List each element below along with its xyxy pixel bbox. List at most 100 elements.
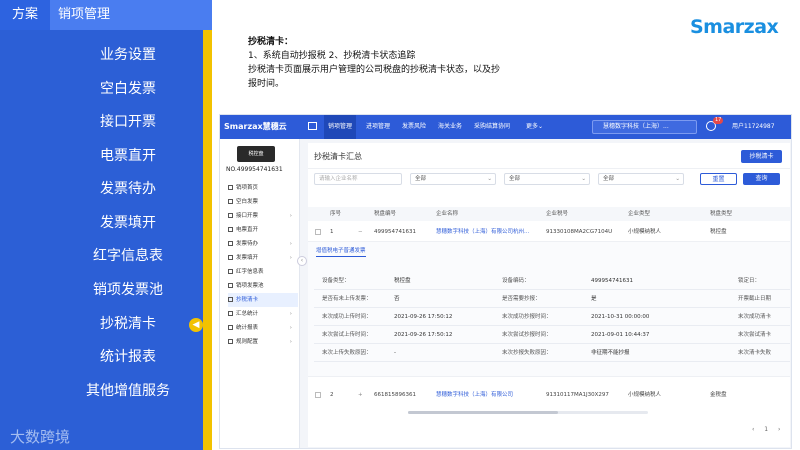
- cell-disk-type: 金税盘: [710, 392, 727, 398]
- detail-label: 开票截止日期: [738, 296, 772, 302]
- menu-item-tax-clear[interactable]: 抄税清卡: [64, 313, 192, 335]
- sidebar-item-label: 抄税清卡: [236, 297, 259, 303]
- detail-label: 锁定日：: [738, 278, 761, 284]
- menu-item-other-services[interactable]: 其他增值服务: [64, 380, 192, 402]
- detail-label: 是否有未上传发票：: [322, 296, 372, 302]
- col-type: 企业类型: [628, 211, 651, 217]
- desc-line-3: 报时间。: [248, 79, 285, 89]
- menu-item-invoice-fill[interactable]: 发票填开: [64, 212, 192, 234]
- sidebar-item-label: 空白发票: [236, 199, 259, 205]
- filter-select-2[interactable]: 全部 ⌄: [504, 173, 590, 185]
- desc-line-2: 抄税清卡页面展示用户管理的公司税盘的抄税清卡状态，以及抄: [248, 65, 501, 75]
- expand-row-icon[interactable]: +: [358, 388, 363, 402]
- sidebar-item-label: 汇总统计: [236, 311, 259, 317]
- cell-company[interactable]: 慧穗数字科技（上海）有限公司杭州...: [436, 225, 529, 239]
- sidebar-item[interactable]: 销项发票池: [228, 279, 298, 293]
- sidebar-item[interactable]: 销项首页: [228, 181, 298, 195]
- detail-value: 2021-09-01 10:44:37: [591, 332, 650, 338]
- table-header: 序号 税盘编号 企业名称 企业税号 企业类型 税盘类型: [308, 207, 790, 221]
- top-navbar: Smarzax慧穗云 销项管理 进项管理 发票风险 海关业务 采购结算协同 更多…: [220, 115, 791, 139]
- horizontal-scrollbar[interactable]: [408, 411, 648, 414]
- accent-bar: [203, 30, 212, 450]
- detail-value: -: [394, 350, 396, 356]
- divider: [314, 307, 790, 308]
- cell-disk-type: 税控盘: [710, 229, 727, 235]
- chevron-down-icon: ⌄: [581, 176, 586, 182]
- sidebar-item[interactable]: 汇总统计 ›: [228, 307, 298, 321]
- detail-label: 是否需要抄报：: [502, 296, 541, 302]
- divider: [314, 325, 790, 326]
- row-checkbox[interactable]: [315, 392, 321, 398]
- desc-line-1: 1、系统自动抄报税 2、抄税清卡状态追踪: [248, 51, 416, 61]
- menu-item-business-settings[interactable]: 业务设置: [64, 44, 192, 66]
- notification-badge: 17: [713, 117, 724, 124]
- reset-button[interactable]: 重置: [700, 173, 737, 185]
- company-select[interactable]: 慧穗数字科技（上海）...: [592, 120, 697, 134]
- cell-company[interactable]: 慧穗数字科技（上海）有限公司: [436, 388, 513, 402]
- menu-item-blank-invoice[interactable]: 空白发票: [64, 78, 192, 100]
- collapse-row-icon[interactable]: −: [358, 225, 363, 239]
- query-button[interactable]: 查询: [743, 173, 780, 185]
- chevron-right-icon: ›: [289, 339, 292, 345]
- sidebar-item[interactable]: 规则配置 ›: [228, 335, 298, 349]
- col-tax-id: 企业税号: [546, 211, 569, 217]
- detail-tab[interactable]: 增值税电子普通发票: [316, 246, 366, 257]
- tax-clear-button[interactable]: 抄税清卡: [741, 150, 782, 163]
- row-checkbox[interactable]: [315, 229, 321, 235]
- cell-type: 小规模纳税人: [628, 392, 662, 398]
- menu-item-red-letter[interactable]: 红字信息表: [64, 245, 192, 267]
- sidebar-item[interactable]: 发票填开 ›: [228, 251, 298, 265]
- sidebar-item[interactable]: 电票直开: [228, 223, 298, 237]
- app-sidebar: 税控盘 NO.499954741631 销项首页 空白发票 接口开票 › 电票直开 发票待…: [220, 139, 300, 448]
- detail-value: 非征期不能抄报: [591, 350, 630, 356]
- sidebar-item-label: 规则配置: [236, 339, 259, 345]
- nav-more[interactable]: 更多: [526, 115, 538, 139]
- menu-item-e-invoice[interactable]: 电票直开: [64, 145, 192, 167]
- menu-item-statistics[interactable]: 统计报表: [64, 346, 192, 368]
- sidebar-item-label: 发票填开: [236, 255, 259, 261]
- collapse-icon[interactable]: ‹: [297, 256, 307, 266]
- chevron-down-icon: ⌄: [538, 123, 544, 130]
- chevron-right-icon: ›: [289, 325, 292, 331]
- chevron-right-icon: ›: [289, 241, 292, 247]
- sidebar-item[interactable]: 红字信息表: [228, 265, 298, 279]
- detail-value: 499954741631: [591, 278, 633, 284]
- divider: [308, 168, 790, 169]
- menu-item-invoice-todo[interactable]: 发票待办: [64, 178, 192, 200]
- menu-item-sales-pool[interactable]: 销项发票池: [64, 279, 192, 301]
- chevron-down-icon: ⌄: [487, 176, 492, 182]
- monitor-icon[interactable]: [308, 122, 317, 130]
- sidebar-item-label: 电票直开: [236, 227, 259, 233]
- cell-tax-id: 91310117MA1J30X297: [546, 392, 609, 398]
- filter-select-3[interactable]: 全部 ⌄: [598, 173, 684, 185]
- left-menu-panel: 方案 销项管理 业务设置 空白发票 接口开票 电票直开 发票待办 发票填开 红字…: [0, 0, 212, 450]
- sidebar-item[interactable]: 抄税清卡: [228, 293, 298, 307]
- sidebar-item-label: 统计报表: [236, 325, 259, 331]
- sidebar-item-label: 红字信息表: [236, 269, 264, 275]
- detail-value: 2021-09-26 17:50:12: [394, 314, 453, 320]
- nav-purchase[interactable]: 进项管理: [366, 115, 390, 139]
- pagination[interactable]: ‹ 1 ›: [752, 426, 784, 433]
- nav-sales[interactable]: 销项管理: [324, 115, 357, 139]
- sidebar-item[interactable]: 发票待办 ›: [228, 237, 298, 251]
- sidebar-item-label: 销项发票池: [236, 283, 264, 289]
- user-menu[interactable]: 用户11724987: [732, 115, 775, 139]
- sidebar-item[interactable]: 空白发票: [228, 195, 298, 209]
- detail-label: 末次成功上传时间：: [322, 314, 372, 320]
- detail-label: 末次成功抄报时间：: [502, 314, 552, 320]
- filter-2-value: 全部: [509, 176, 521, 182]
- menu-item-api-invoicing[interactable]: 接口开票: [64, 111, 192, 133]
- nav-procurement[interactable]: 采购结算协同: [474, 115, 510, 139]
- scrollbar-thumb[interactable]: [408, 411, 558, 414]
- cell-disk: 661815896361: [374, 392, 416, 398]
- menu-item-icon: [228, 339, 233, 344]
- nav-invoice-risk[interactable]: 发票风险: [402, 115, 426, 139]
- sidebar-item[interactable]: 统计报表 ›: [228, 321, 298, 335]
- device-number[interactable]: NO.499954741631: [226, 166, 283, 173]
- col-disk-type: 税盘类型: [710, 211, 733, 217]
- nav-customs[interactable]: 海关业务: [438, 115, 462, 139]
- filter-select-1[interactable]: 全部 ⌄: [410, 173, 496, 185]
- menu-item-icon: [228, 325, 233, 330]
- company-search-input[interactable]: 请输入企业名称: [314, 173, 402, 185]
- sidebar-item[interactable]: 接口开票 ›: [228, 209, 298, 223]
